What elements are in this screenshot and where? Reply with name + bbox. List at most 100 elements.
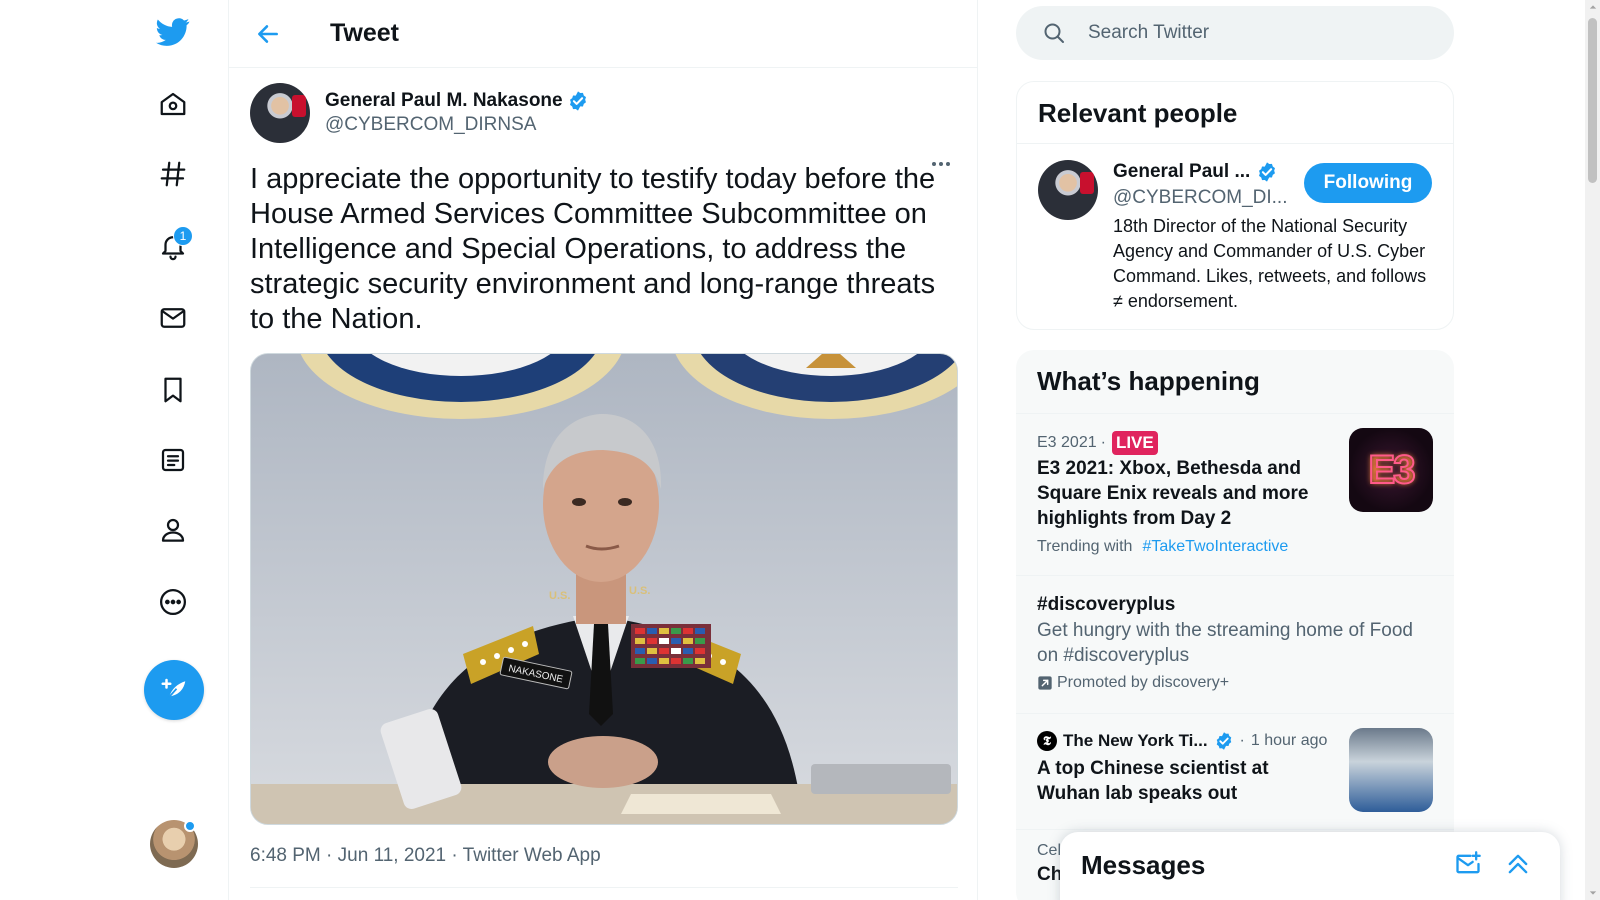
trend-meta: E3 2021 · LIVE [1037,431,1158,455]
scrollbar-thumb[interactable] [1588,18,1597,183]
author-avatar[interactable] [250,83,310,143]
timestamp-separator: · [451,845,463,866]
insignia-right: U.S. [629,585,650,597]
verified-badge-icon [1259,162,1276,182]
timestamp-separator: · [326,845,338,866]
mail-icon [160,308,186,328]
trend-title: #discoveryplus [1037,594,1176,615]
account-status-dot [184,820,196,832]
trend-title: E3 2021: Xbox, Bethesda and Square Enix … [1037,458,1309,529]
news-thumbnail [1349,728,1433,812]
nav-explore[interactable] [145,146,201,202]
person-icon [161,518,185,542]
news-source: The New York Ti... [1063,731,1208,750]
main-header: Tweet [229,0,977,68]
following-button[interactable]: Following [1304,163,1432,203]
author-names: General Paul M. Nakasone @CYBERCOM_DIRNS… [325,90,589,136]
relevant-person[interactable]: General Paul ... @CYBERCOM_DI... Followi… [1017,144,1453,330]
nav-profile[interactable] [145,502,201,558]
trend-title: A top Chinese scientist at Wuhan lab spe… [1037,758,1269,804]
trend-item-discoveryplus[interactable]: #discoveryplus Get hungry with the strea… [1016,576,1454,714]
page-title: Tweet [330,19,399,47]
tweet-photo-illustration: NAKASONE U.S. U.S. [251,354,957,824]
live-badge: LIVE [1111,431,1158,455]
tweet-timestamp: 6:48 PM · Jun 11, 2021 · Twitter Web App [250,845,958,888]
author-name[interactable]: General Paul M. Nakasone [325,90,589,112]
trend-category: E3 2021 [1037,434,1097,451]
search-input[interactable] [1088,22,1428,44]
nav-notifications[interactable]: 1 [145,218,201,274]
nav-more[interactable] [145,574,201,630]
trending-with: Trending with #TakeTwoInteractive [1037,538,1288,556]
account-avatar[interactable] [150,820,198,868]
trend-title: Ch [1037,864,1063,885]
notification-badge: 1 [173,226,193,246]
person-avatar[interactable] [1038,160,1098,220]
news-meta: 𝕿 The New York Ti... · 1 hour ago [1037,731,1327,751]
new-message-button[interactable] [1448,844,1488,884]
trend-item-nyt[interactable]: 𝕿 The New York Ti... · 1 hour ago A top … [1016,714,1454,830]
trend-description: Get hungry with the streaming home of Fo… [1037,620,1413,666]
tweet-text: I appreciate the opportunity to testify … [250,163,936,335]
compose-tweet-button[interactable] [144,660,204,720]
author-handle[interactable]: @CYBERCOM_DIRNSA [325,114,589,136]
hashtag-icon [160,161,186,187]
person-name[interactable]: General Paul ... [1113,161,1278,183]
person-bio: 18th Director of the National Security A… [1113,216,1427,311]
verified-badge-icon [1216,732,1231,750]
compose-feather-icon [161,678,186,701]
relevant-people-title: Relevant people [1017,82,1453,144]
whats-happening-card: What’s happening E3 2021 · LIVE E3 2021:… [1016,350,1454,900]
back-button[interactable] [248,14,288,54]
news-time: 1 hour ago [1250,732,1328,749]
trending-with-label: Trending with [1037,538,1133,555]
nav-bookmarks[interactable] [145,362,201,418]
nav-messages[interactable] [145,290,201,346]
trend-hashtag-link[interactable]: #TakeTwoInteractive [1142,538,1288,556]
promoted-icon [1038,676,1052,690]
more-circle-icon [160,589,186,615]
tweet-photo[interactable]: NAKASONE U.S. U.S. [250,353,958,825]
double-chevron-up-icon [1508,854,1528,874]
tweet-more-button[interactable] [923,146,959,182]
promoted-label: Promoted by discovery+ [1057,674,1230,691]
messages-drawer-title: Messages [1081,850,1206,880]
nav-home[interactable] [145,76,201,132]
page-scrollbar[interactable] [1585,0,1600,900]
verified-badge-icon [569,91,586,111]
scroll-down-arrow-icon[interactable] [1585,886,1600,900]
person-handle[interactable]: @CYBERCOM_DI... [1113,187,1287,209]
trend-category: Cel [1037,842,1062,859]
tweet: General Paul M. Nakasone @CYBERCOM_DIRNS… [229,68,977,888]
home-icon [160,92,186,116]
meta-separator: · [1239,732,1245,749]
trend-item-e3[interactable]: E3 2021 · LIVE E3 2021: Xbox, Bethesda a… [1016,414,1454,576]
search-bar[interactable] [1016,6,1454,60]
insignia-left: U.S. [549,590,570,602]
tweet-time[interactable]: 6:48 PM [250,845,321,866]
meta-separator: · [1100,434,1106,451]
twitter-logo-icon[interactable] [145,4,201,60]
messages-drawer[interactable]: Messages [1060,832,1560,900]
person-name-text: General Paul ... [1113,161,1251,182]
list-icon [161,448,185,472]
scroll-up-arrow-icon[interactable] [1585,0,1600,14]
expand-messages-button[interactable] [1498,844,1538,884]
main-column: Tweet General Paul M. Nakasone @CYBERCOM… [229,0,978,900]
e3-thumbnail-text: E3 [1368,447,1417,493]
tweet-date[interactable]: Jun 11, 2021 [338,845,446,866]
tweet-author-row: General Paul M. Nakasone @CYBERCOM_DIRNS… [250,82,956,144]
new-message-icon [1456,851,1481,874]
author-name-text: General Paul M. Nakasone [325,90,563,111]
nyt-logo-icon: 𝕿 [1037,731,1057,751]
arrow-left-icon [258,24,278,43]
left-nav: 1 [0,0,229,900]
relevant-people-card: Relevant people General Paul ... @CYBERC… [1016,81,1454,330]
search-icon [1044,23,1064,43]
tweet-source-app[interactable]: Twitter Web App [463,845,601,866]
bookmark-icon [164,377,182,403]
whats-happening-title: What’s happening [1016,350,1454,414]
nav-lists[interactable] [145,432,201,488]
more-horizontal-icon [932,162,950,166]
e3-thumbnail: E3 [1349,428,1433,512]
